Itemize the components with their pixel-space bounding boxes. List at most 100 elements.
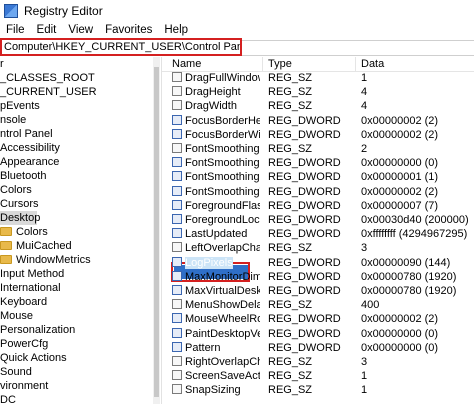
tree-item-label: WindowMetrics <box>16 254 91 266</box>
string-value-icon <box>172 86 182 97</box>
tree-item[interactable]: Bluetooth <box>0 169 46 183</box>
tree-item[interactable]: nsole <box>0 113 26 127</box>
tree-item[interactable]: _CLASSES_ROOT <box>0 71 95 85</box>
value-row[interactable]: FocusBorderHei... REG_DWORD 0x00000002 (2) <box>162 114 474 128</box>
menu-help[interactable]: Help <box>158 24 194 36</box>
value-type: REG_DWORD <box>268 199 341 212</box>
tree-item[interactable]: Personalization <box>0 323 75 337</box>
menu-file[interactable]: File <box>0 24 31 36</box>
binary-value-icon <box>172 313 182 324</box>
value-row[interactable]: FontSmoothingT... REG_DWORD 0x00000002 (2) <box>162 185 474 199</box>
binary-value-icon <box>172 228 182 239</box>
value-data: 3 <box>361 242 368 255</box>
address-bar[interactable]: Computer\HKEY_CURRENT_USER\Control Panel… <box>0 38 242 56</box>
value-name-cell: DragFullWindows <box>172 71 260 85</box>
value-data: 0xffffffff (4294967295) <box>361 228 468 241</box>
tree-item[interactable]: Appearance <box>0 155 59 169</box>
tree-item[interactable]: Colors <box>0 183 32 197</box>
value-row[interactable]: FocusBorderWidth REG_DWORD 0x00000002 (2) <box>162 128 474 142</box>
tree-item[interactable]: Sound <box>0 365 32 379</box>
tree-item[interactable]: r <box>0 57 4 71</box>
value-data: 0x00000001 (1) <box>361 171 439 184</box>
tree-item-label: vironment <box>0 380 49 392</box>
tree-item[interactable]: pEvents <box>0 99 40 113</box>
key-tree: r _CLASSES_ROOT _CURRENT_USER pEvents nsole n… <box>0 57 160 404</box>
value-type: REG_SZ <box>268 370 313 383</box>
menu-view[interactable]: View <box>62 24 99 36</box>
tree-item[interactable]: Colors <box>0 225 48 239</box>
value-row-selected[interactable]: LogPixels REG_DWORD 0x00000090 (144) <box>162 256 474 270</box>
tree-item-label: Mouse <box>0 310 34 322</box>
value-name: DragFullWindows <box>185 72 260 84</box>
value-row[interactable]: MouseWheelRou... REG_DWORD 0x00000002 (2) <box>162 312 474 326</box>
menu-favorites[interactable]: Favorites <box>99 24 158 36</box>
value-name: ForegroundFlash... <box>185 199 260 212</box>
column-divider[interactable] <box>355 57 356 71</box>
binary-value-icon <box>172 171 182 182</box>
value-row[interactable]: MaxVirtualDeskt... REG_DWORD 0x00000780 (1… <box>162 284 474 298</box>
value-name: MaxMonitorDim... <box>185 270 260 283</box>
value-type: REG_DWORD <box>268 171 341 184</box>
tree-item[interactable]: Accessibility <box>0 141 60 155</box>
value-row[interactable]: PaintDesktopVer... REG_DWORD 0x00000000 (0… <box>162 327 474 341</box>
value-name: FocusBorderWidth <box>185 128 260 141</box>
address-bar-extent[interactable] <box>242 40 474 56</box>
tree-item-label: Appearance <box>0 156 60 168</box>
tree-item[interactable]: DC <box>0 393 16 404</box>
value-row[interactable]: DragWidth REG_SZ 4 <box>162 99 474 113</box>
tree-scrollbar-thumb[interactable] <box>154 67 159 397</box>
tree-item[interactable]: Quick Actions <box>0 351 67 365</box>
tree-item[interactable]: MuiCached <box>0 239 72 253</box>
value-row[interactable]: LastUpdated REG_DWORD 0xffffffff (42949672… <box>162 227 474 241</box>
tree-item-label: DC <box>0 394 16 404</box>
column-header-data[interactable]: Data <box>357 57 467 71</box>
value-row[interactable]: SnapSizing REG_SZ 1 <box>162 383 474 397</box>
tree-item[interactable]: International <box>0 281 61 295</box>
tree-item-selected[interactable]: Desktop <box>0 211 40 225</box>
menu-edit[interactable]: Edit <box>31 24 63 36</box>
value-type: REG_DWORD <box>268 313 341 326</box>
value-row[interactable]: MaxMonitorDim... REG_DWORD 0x00000780 (192… <box>162 270 474 284</box>
value-row[interactable]: DragFullWindows REG_SZ 1 <box>162 71 474 85</box>
tree-item[interactable]: Keyboard <box>0 295 47 309</box>
value-name: FocusBorderHei... <box>185 114 260 127</box>
value-row[interactable]: MenuShowDelay REG_SZ 400 <box>162 298 474 312</box>
value-row[interactable]: RightOverlapChars REG_SZ 3 <box>162 355 474 369</box>
binary-value-icon <box>172 341 182 352</box>
tree-item[interactable]: PowerCfg <box>0 337 48 351</box>
value-row[interactable]: ScreenSaveActive REG_SZ 1 <box>162 369 474 383</box>
value-name-cell: Pattern <box>172 341 260 355</box>
value-name: SnapSizing <box>185 384 241 397</box>
column-header-type[interactable]: Type <box>264 57 354 71</box>
value-data: 2 <box>361 143 368 155</box>
value-row[interactable]: LeftOverlapChars REG_SZ 3 <box>162 241 474 255</box>
value-row[interactable]: ForegroundLock... REG_DWORD 0x00030d40 (20… <box>162 213 474 227</box>
value-row[interactable]: FontSmoothing REG_SZ 2 <box>162 142 474 156</box>
value-type: REG_DWORD <box>268 228 341 241</box>
column-divider[interactable] <box>262 57 263 71</box>
value-row[interactable]: DragHeight REG_SZ 4 <box>162 85 474 99</box>
value-name-cell: MenuShowDelay <box>172 298 260 312</box>
value-name-cell: FontSmoothingG... <box>172 156 260 170</box>
value-row[interactable]: FontSmoothingG... REG_DWORD 0x00000000 (0) <box>162 156 474 170</box>
value-type: REG_DWORD <box>268 341 341 354</box>
tree-item[interactable]: WindowMetrics <box>0 253 91 267</box>
value-row[interactable]: FontSmoothingO... REG_DWORD 0x00000001 (1) <box>162 170 474 184</box>
tree-scrollbar[interactable] <box>153 57 160 404</box>
tree-item[interactable]: Input Method <box>0 267 64 281</box>
value-type: REG_SZ <box>268 86 313 99</box>
value-row[interactable]: ForegroundFlash... REG_DWORD 0x00000007 (7… <box>162 199 474 213</box>
binary-value-icon <box>172 157 182 168</box>
tree-item[interactable]: _CURRENT_USER <box>0 85 97 99</box>
tree-item[interactable]: Cursors <box>0 197 39 211</box>
value-name: MenuShowDelay <box>185 299 260 312</box>
tree-item[interactable]: ntrol Panel <box>0 127 53 141</box>
column-header-name[interactable]: Name <box>168 57 262 71</box>
registry-editor-icon <box>4 4 18 18</box>
value-name-cell: MaxMonitorDim... <box>172 270 260 284</box>
tree-item[interactable]: Mouse <box>0 309 33 323</box>
tree-item-label: pEvents <box>0 100 40 112</box>
value-row[interactable]: Pattern REG_DWORD 0x00000000 (0) <box>162 341 474 355</box>
tree-item[interactable]: vironment <box>0 379 48 393</box>
binary-value-icon <box>172 128 182 139</box>
